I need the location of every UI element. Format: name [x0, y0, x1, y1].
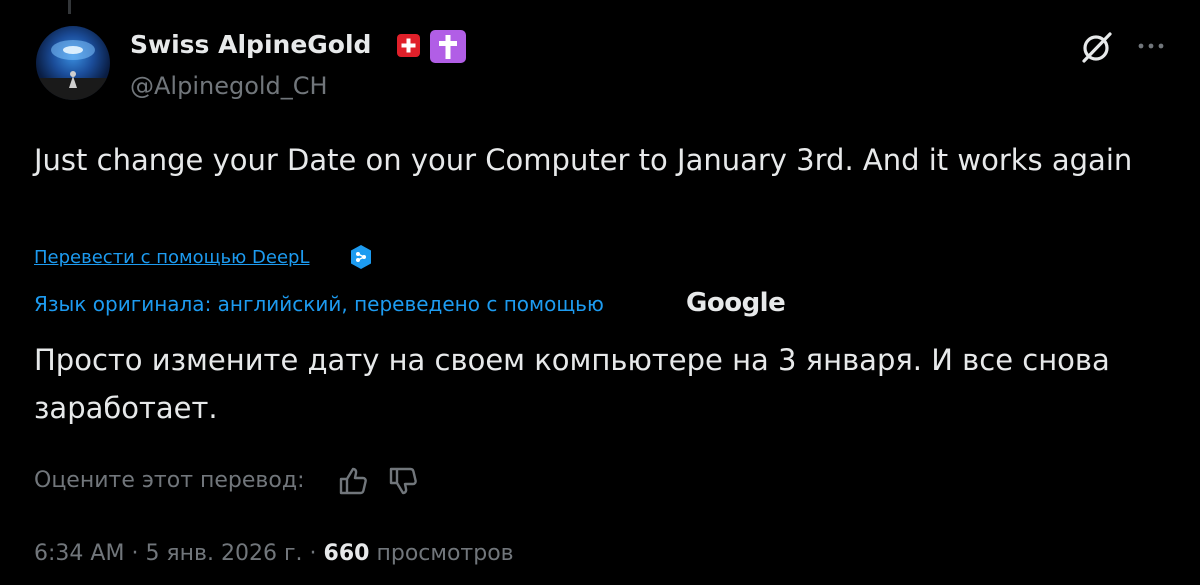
tweet-meta: 6:34 AM · 5 янв. 2026 г. · 660 просмотро…	[34, 541, 514, 566]
deepl-icon	[351, 245, 371, 269]
meta-separator: ·	[309, 541, 317, 566]
thumbs-up-icon[interactable]	[338, 466, 368, 496]
rate-translation-label: Оцените этот перевод:	[34, 468, 305, 493]
author-handle[interactable]: @Alpinegold_CH	[130, 72, 328, 100]
views-count[interactable]: 660	[324, 541, 370, 566]
translated-text: Просто измените дату на своем компьютере…	[34, 343, 1110, 425]
thread-line	[68, 0, 71, 14]
grok-icon[interactable]	[1080, 30, 1114, 64]
tweet-date[interactable]: 5 янв. 2026 г.	[145, 541, 302, 566]
translate-deepl-link[interactable]: Перевести с помощью DeepL	[34, 247, 309, 268]
author-display-name[interactable]: Swiss AlpineGold	[130, 30, 371, 59]
translation-source-label: Язык оригинала: английский, переведено с…	[34, 292, 604, 316]
avatar[interactable]	[36, 26, 110, 100]
google-logo: Google	[686, 288, 786, 318]
tweet-text: Just change your Date on your Computer t…	[34, 143, 1133, 177]
thumbs-down-icon[interactable]	[388, 466, 418, 496]
latin-cross-icon	[430, 30, 466, 63]
more-icon[interactable]	[1136, 38, 1166, 54]
meta-separator: ·	[131, 541, 139, 566]
tweet-time[interactable]: 6:34 AM	[34, 541, 124, 566]
views-label: просмотров	[376, 541, 514, 566]
swiss-flag-icon	[397, 34, 420, 57]
